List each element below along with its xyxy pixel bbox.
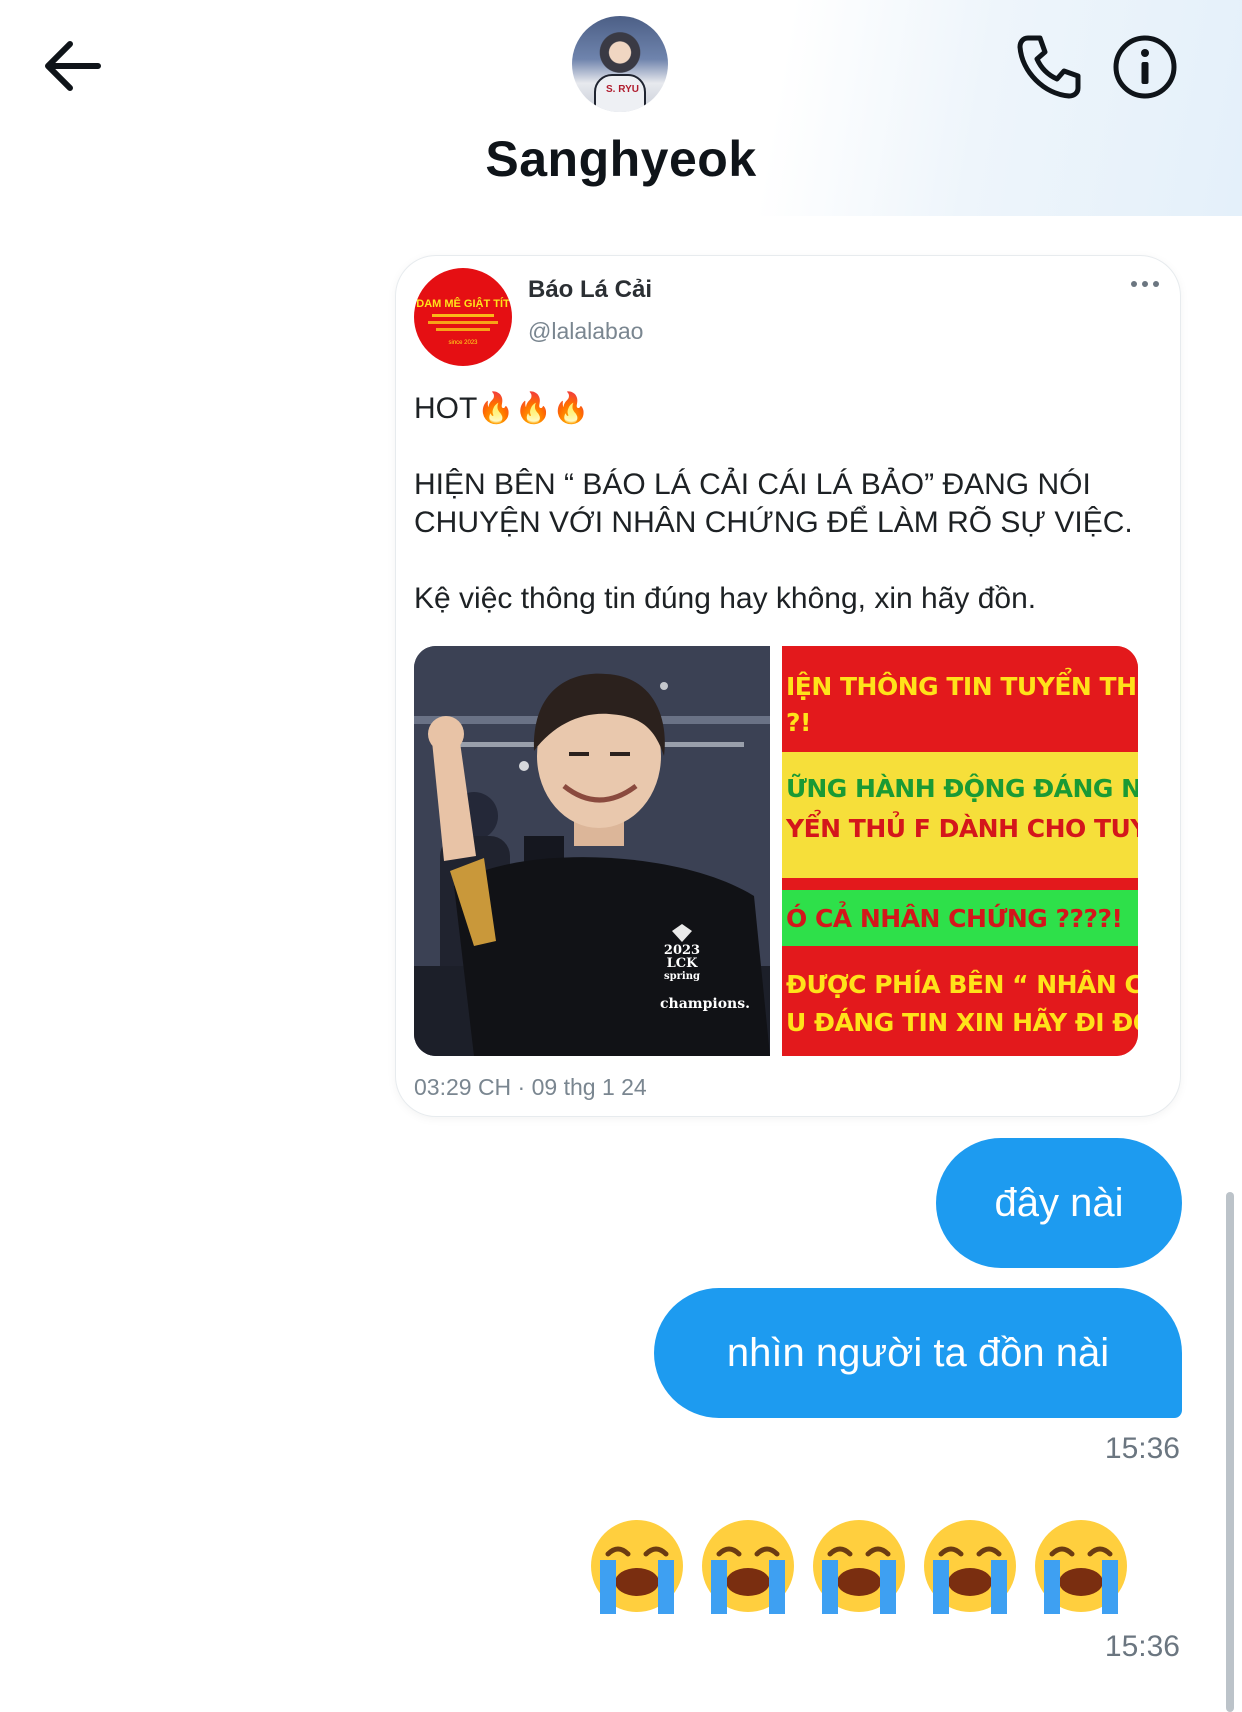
back-arrow-icon	[45, 41, 101, 91]
loudly-crying-face-emoji	[591, 1520, 683, 1614]
banner-line: U ĐÁNG TIN XIN HÃY ĐI ĐỒN	[786, 1008, 1138, 1037]
conversation-header: S. RYU Sanghyeok	[0, 0, 1242, 216]
loudly-crying-face-emoji	[813, 1520, 905, 1614]
tweet-avatar-text: DAM MÊ GIẬT TÍT	[416, 298, 510, 310]
player-photo-illustration	[414, 646, 770, 1056]
tweet-avatar-subtext: since 2023	[448, 340, 478, 346]
avatar-shirt-text: S. RYU	[606, 84, 639, 95]
tweet-timestamp[interactable]: 03:29 CH · 09 thg 1 24	[414, 1074, 647, 1101]
info-button[interactable]	[1108, 30, 1182, 104]
loudly-crying-face-emoji	[702, 1520, 794, 1614]
loudly-crying-face-emoji	[1035, 1520, 1127, 1614]
avatar-line	[428, 321, 498, 324]
avatar-line	[432, 314, 494, 317]
shirt-print-line: spring	[664, 971, 700, 982]
banner-band-green: Ó CẢ NHÂN CHỨNG ????!	[782, 890, 1138, 946]
avatar-shirt: S. RYU	[594, 74, 646, 112]
tweet-paragraph: HIỆN BÊN “ BÁO LÁ CẢI CÁI LÁ BẢO” ĐANG N…	[414, 468, 1133, 539]
tweet-author-avatar[interactable]: DAM MÊ GIẬT TÍT since 2023	[414, 268, 512, 366]
message-bubble[interactable]: đây nài	[936, 1138, 1182, 1268]
banner-band-yellow: ỮNG HÀNH ĐỘNG ĐÁNG NGỜ YỂN THỦ F DÀNH CH…	[782, 752, 1138, 878]
banner-line: ỮNG HÀNH ĐỘNG ĐÁNG NGỜ	[786, 774, 1138, 803]
phone-icon	[1017, 35, 1081, 99]
contact-name[interactable]: Sanghyeok	[0, 130, 1242, 188]
loudly-crying-face-emoji	[924, 1520, 1016, 1614]
banner-line: ĐƯỢC PHÍA BÊN “ NHÂN CHỨ	[786, 970, 1138, 999]
shared-tweet-card[interactable]: DAM MÊ GIẬT TÍT since 2023 Báo Lá Cải @l…	[396, 256, 1180, 1116]
shirt-print: 2023 LCK spring	[652, 944, 712, 983]
scrollbar[interactable]	[1226, 1192, 1234, 1712]
banner-band-red-bottom: ĐƯỢC PHÍA BÊN “ NHÂN CHỨ U ĐÁNG TIN XIN …	[782, 956, 1138, 1056]
tweet-author-name[interactable]: Báo Lá Cải	[528, 276, 652, 304]
avatar-line	[436, 328, 490, 331]
tweet-more-button[interactable]	[1128, 274, 1162, 294]
banner-line: IỆN THÔNG TIN TUYỂN THỦ F	[786, 672, 1138, 701]
message-time: 15:36	[1104, 1432, 1180, 1465]
info-icon	[1113, 35, 1177, 99]
more-dots-icon	[1131, 281, 1159, 287]
contact-avatar[interactable]: S. RYU	[572, 16, 668, 112]
message-bubble[interactable]: nhìn người ta đồn nài	[654, 1288, 1182, 1418]
shirt-print-line: LCK	[666, 956, 698, 971]
tweet-author-handle[interactable]: @lalalabao	[528, 318, 643, 345]
banner-line: ?!	[786, 708, 811, 737]
tweet-photo-banner[interactable]: IỆN THÔNG TIN TUYỂN THỦ F ?! ỮNG HÀNH ĐỘ…	[782, 646, 1138, 1056]
tweet-photo-player[interactable]: 2023 LCK spring champions.	[414, 646, 770, 1056]
tweet-body: HOT🔥🔥🔥 HIỆN BÊN “ BÁO LÁ CẢI CÁI LÁ BẢO”…	[414, 390, 1174, 656]
tweet-paragraph: Kệ việc thông tin đúng hay không, xin hã…	[414, 582, 1037, 615]
banner-band-red: IỆN THÔNG TIN TUYỂN THỦ F ?!	[782, 646, 1138, 750]
emoji-message[interactable]	[586, 1514, 1186, 1618]
tweet-paragraph: HOT🔥🔥🔥	[414, 392, 590, 425]
back-button[interactable]	[38, 36, 108, 96]
message-time: 15:36	[1104, 1630, 1180, 1663]
banner-line: Ó CẢ NHÂN CHỨNG ????!	[786, 904, 1123, 933]
banner-line: YỂN THỦ F DÀNH CHO TUYỂN	[786, 814, 1138, 843]
shirt-print-champions: champions.	[660, 996, 750, 1012]
call-button[interactable]	[1012, 30, 1086, 104]
